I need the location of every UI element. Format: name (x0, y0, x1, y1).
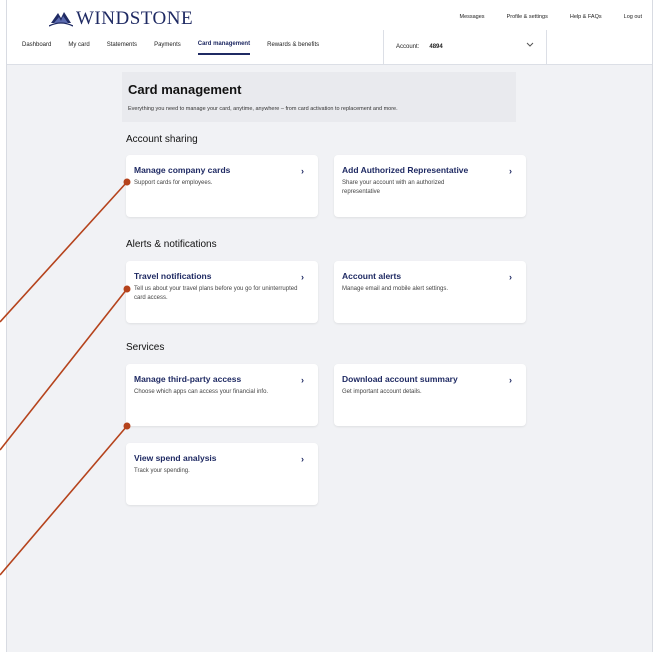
brand-name: WINDSTONE (76, 8, 194, 29)
chevron-right-icon: › (509, 166, 512, 176)
card-view-spend-analysis[interactable]: View spend analysis Track your spending.… (126, 443, 318, 505)
utility-links: Messages Profile & settings Help & FAQs … (459, 14, 642, 20)
tab-statements[interactable]: Statements (107, 42, 137, 54)
help-faqs-link[interactable]: Help & FAQs (570, 14, 602, 20)
chevron-right-icon: › (301, 454, 304, 464)
tab-rewards-benefits[interactable]: Rewards & benefits (267, 42, 319, 54)
card-title: Download account summary (342, 374, 458, 384)
card-manage-company-cards[interactable]: Manage company cards Support cards for e… (126, 155, 318, 217)
chevron-right-icon: › (509, 272, 512, 282)
section-title-services: Services (126, 342, 165, 353)
card-title: Manage third-party access (134, 374, 242, 384)
chevron-right-icon: › (301, 166, 304, 176)
tab-dashboard[interactable]: Dashboard (22, 42, 51, 54)
tab-payments[interactable]: Payments (154, 42, 181, 54)
account-number: 4894 (429, 44, 443, 50)
brand-logo[interactable]: WINDSTONE (49, 8, 193, 30)
page-description: Everything you need to manage your card,… (128, 106, 398, 112)
account-selector[interactable]: Account: 4894 (383, 30, 547, 64)
page-header-band (122, 72, 516, 122)
card-description: Track your spending. (134, 468, 190, 474)
card-add-authorized-representative[interactable]: Add Authorized Representative Share your… (334, 155, 526, 217)
chevron-right-icon: › (301, 272, 304, 282)
card-title: Manage company cards (134, 165, 231, 175)
card-description: Share your account with an authorized re… (342, 180, 445, 195)
chevron-right-icon: › (301, 375, 304, 385)
card-download-account-summary[interactable]: Download account summary Get important a… (334, 364, 526, 426)
card-description: Get important account details. (342, 389, 422, 395)
windstone-bird-logo-icon (49, 12, 73, 27)
account-label: Account: (396, 44, 420, 50)
section-title-account-sharing: Account sharing (126, 134, 198, 145)
card-description: Manage email and mobile alert settings. (342, 286, 449, 292)
card-description: Support cards for employees. (134, 180, 213, 186)
chevron-right-icon: › (509, 375, 512, 385)
card-title: Travel notifications (134, 271, 212, 281)
card-title: Add Authorized Representative (342, 165, 469, 175)
log-out-link[interactable]: Log out (624, 14, 642, 20)
card-description: Choose which apps can access your financ… (134, 389, 269, 395)
messages-link[interactable]: Messages (459, 14, 484, 20)
section-title-alerts-notifications: Alerts & notifications (126, 239, 217, 250)
card-title: View spend analysis (134, 453, 217, 463)
profile-settings-link[interactable]: Profile & settings (507, 14, 548, 20)
tab-card-management[interactable]: Card management (197, 41, 251, 55)
chevron-down-icon (526, 42, 534, 47)
main-nav: Dashboard My card Statements Payments Ca… (22, 41, 336, 55)
tab-my-card[interactable]: My card (68, 42, 89, 54)
top-bar: WINDSTONE Messages Profile & settings He… (7, 0, 652, 65)
card-travel-notifications[interactable]: Travel notifications Tell us about your … (126, 261, 318, 323)
card-description: Tell us about your travel plans before y… (134, 286, 298, 301)
page-title: Card management (128, 82, 242, 97)
card-account-alerts[interactable]: Account alerts Manage email and mobile a… (334, 261, 526, 323)
card-title: Account alerts (342, 271, 402, 281)
card-manage-third-party-access[interactable]: Manage third-party access Choose which a… (126, 364, 318, 426)
